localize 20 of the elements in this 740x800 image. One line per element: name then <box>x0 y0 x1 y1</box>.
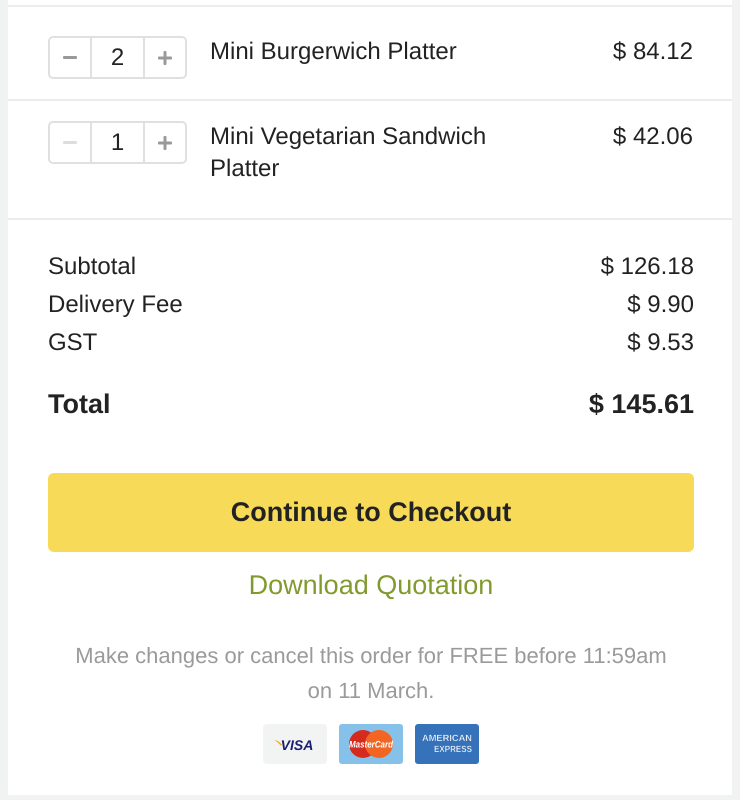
summary-value: $ 9.53 <box>627 328 694 358</box>
visa-logo: VISA <box>263 724 327 764</box>
summary-label: GST <box>48 328 98 358</box>
minus-icon <box>63 56 78 59</box>
amex-logo: AMERICAN EXPRESS <box>415 724 479 764</box>
summary-label: Subtotal <box>48 252 136 282</box>
minus-icon <box>63 141 78 144</box>
checkout-button[interactable]: Continue to Checkout <box>48 473 694 552</box>
plus-icon <box>158 136 172 150</box>
summary-value: $ 126.18 <box>600 252 694 282</box>
cancellation-note: Make changes or cancel this order for FREE before 11:59am on 11 March. <box>74 642 668 705</box>
summary-value: $ 9.90 <box>627 290 694 320</box>
item-price: $ 84.12 <box>612 37 693 67</box>
total-value: $ 145.61 <box>588 388 694 421</box>
item-name: Mini Burgerwich Platter <box>210 37 458 67</box>
summary-label: Delivery Fee <box>48 290 183 320</box>
item-price: $ 42.06 <box>612 122 693 152</box>
item-name: Mini Vegetarian Sandwich Platter <box>210 122 488 184</box>
plus-icon <box>158 50 172 64</box>
total-label: Total <box>48 388 110 421</box>
